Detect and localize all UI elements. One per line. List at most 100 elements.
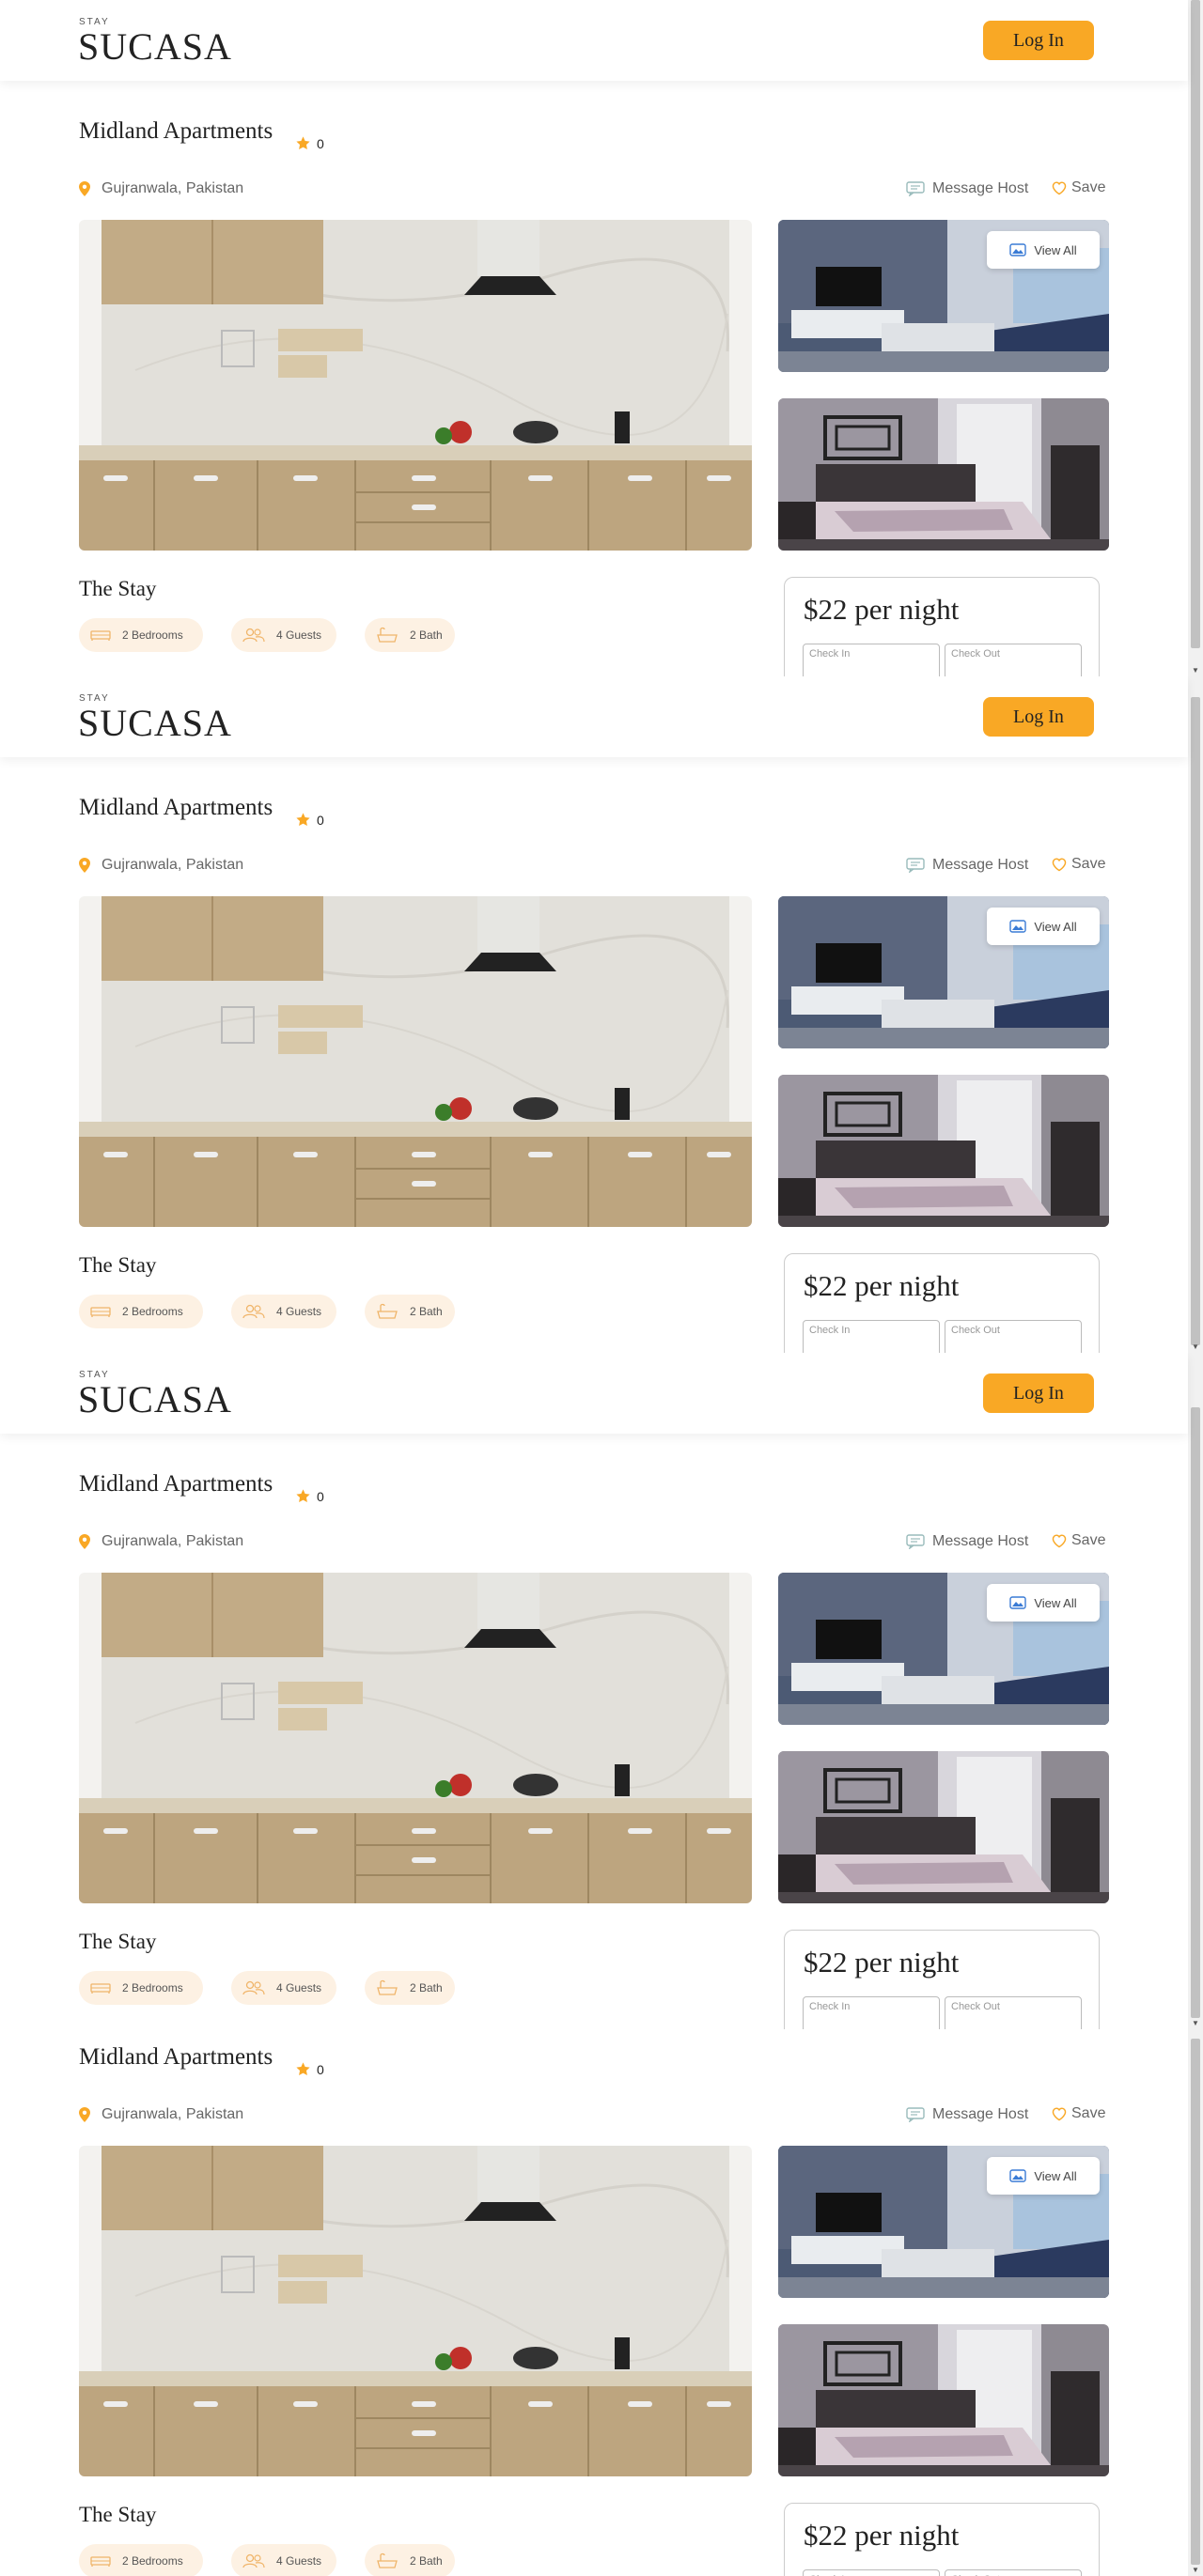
save-button[interactable]: Save [1051, 2105, 1105, 2122]
chat-bubble-icon [906, 2107, 925, 2122]
stay-section-title: The Stay [79, 2503, 157, 2526]
rating: 0 [295, 1488, 324, 1504]
message-host-label: Message Host [932, 1533, 1029, 1549]
message-host-button[interactable]: Message Host [906, 1533, 1028, 1550]
amenity-bath: 2 Bath [365, 1971, 455, 2005]
scroll-down-arrow-icon[interactable]: ▼ [1192, 2019, 1199, 2027]
guests-icon [242, 628, 265, 643]
kitchen-photo [79, 220, 752, 551]
check-in-field[interactable]: Check In [803, 1996, 940, 2029]
listing-photo-bedroom[interactable] [778, 1075, 1109, 1227]
booking-card: $22 per night Check In Check Out [784, 1253, 1100, 1353]
message-host-label: Message Host [932, 2106, 1029, 2122]
rating-value: 0 [317, 812, 324, 828]
message-host-button[interactable]: Message Host [906, 180, 1028, 197]
site-logo[interactable]: SUCASA [78, 24, 232, 69]
price-per-night: $22 per night [804, 2519, 960, 2552]
scrollbar[interactable]: ▼ [1188, 676, 1203, 1353]
bedroom-photo [778, 1751, 1109, 1903]
login-button[interactable]: Log In [983, 697, 1094, 737]
check-out-field[interactable]: Check Out [945, 1996, 1082, 2029]
bathtub-icon [377, 1303, 398, 1319]
image-gallery-icon [1009, 243, 1027, 256]
location-pin-icon [79, 181, 90, 196]
scrollbar-thumb[interactable] [1191, 0, 1200, 648]
message-host-button[interactable]: Message Host [906, 2106, 1028, 2123]
check-in-field[interactable]: Check In [803, 2569, 940, 2576]
save-label: Save [1071, 856, 1106, 872]
save-button[interactable]: Save [1051, 1532, 1105, 1549]
scroll-down-arrow-icon[interactable]: ▼ [1192, 666, 1199, 675]
location-text: Gujranwala, Pakistan [102, 2106, 244, 2122]
rating-value: 0 [317, 1488, 324, 1504]
amenity-bedrooms: 2 Bedrooms [79, 1971, 203, 2005]
bedroom-photo [778, 1075, 1109, 1227]
login-button[interactable]: Log In [983, 21, 1094, 60]
bedroom-photo [778, 398, 1109, 551]
bedroom-photo [778, 2324, 1109, 2476]
amenity-bath-label: 2 Bath [410, 2554, 443, 2568]
amenity-bedrooms: 2 Bedrooms [79, 618, 203, 652]
view-all-photos-button[interactable]: View All [987, 231, 1100, 269]
save-label: Save [1071, 1532, 1106, 1548]
view-all-label: View All [1034, 1595, 1077, 1610]
scrollbar[interactable]: ▼ [1188, 1353, 1203, 2029]
guests-icon [242, 2553, 265, 2568]
scroll-down-arrow-icon[interactable]: ▼ [1192, 2566, 1199, 2574]
amenity-bedrooms: 2 Bedrooms [79, 1295, 203, 1328]
listing-location: Gujranwala, Pakistan [79, 1533, 243, 1550]
message-host-button[interactable]: Message Host [906, 857, 1028, 874]
amenity-bedrooms-label: 2 Bedrooms [122, 1305, 183, 1318]
image-gallery-icon [1009, 920, 1027, 933]
bathtub-icon [377, 2553, 398, 2568]
listing-main-photo[interactable] [79, 220, 752, 551]
scrollbar-thumb[interactable] [1191, 697, 1200, 1345]
login-button[interactable]: Log In [983, 1373, 1094, 1413]
scrollbar-thumb[interactable] [1191, 1407, 1200, 2018]
listing-photo-bedroom[interactable] [778, 1751, 1109, 1903]
booking-card: $22 per night Check In Check Out [784, 2503, 1100, 2576]
message-host-label: Message Host [932, 857, 1029, 873]
save-button[interactable]: Save [1051, 179, 1105, 196]
check-out-field[interactable]: Check Out [945, 2569, 1082, 2576]
scrollbar-thumb[interactable] [1191, 2039, 1200, 2565]
image-gallery-icon [1009, 1596, 1027, 1609]
price-per-night: $22 per night [804, 593, 960, 626]
site-logo[interactable]: SUCASA [78, 701, 232, 745]
view-all-photos-button[interactable]: View All [987, 1584, 1100, 1622]
listing-main-photo[interactable] [79, 896, 752, 1227]
listing-main-photo[interactable] [79, 2146, 752, 2476]
guests-icon [242, 1980, 265, 1995]
amenity-bedrooms-label: 2 Bedrooms [122, 2554, 183, 2568]
heart-icon [1052, 1534, 1067, 1548]
listing-photo-bedroom[interactable] [778, 2324, 1109, 2476]
check-out-field[interactable]: Check Out [945, 644, 1082, 676]
amenity-guests: 4 Guests [231, 1295, 336, 1328]
check-in-field[interactable]: Check In [803, 1320, 940, 1353]
save-button[interactable]: Save [1051, 856, 1105, 873]
site-logo[interactable]: SUCASA [78, 1377, 232, 1421]
viewport-frame: STAY SUCASA Log In Midland Apartments 0 … [0, 676, 1203, 1353]
save-label: Save [1071, 179, 1106, 195]
stay-section-title: The Stay [79, 1930, 157, 1953]
scrollbar[interactable]: ▼ [1188, 2029, 1203, 2576]
chat-bubble-icon [906, 858, 925, 873]
stay-section-title: The Stay [79, 1253, 157, 1277]
amenity-bedrooms-label: 2 Bedrooms [122, 628, 183, 642]
kitchen-photo [79, 896, 752, 1227]
scroll-down-arrow-icon[interactable]: ▼ [1192, 1342, 1199, 1351]
listing-photo-bedroom[interactable] [778, 398, 1109, 551]
listing-location: Gujranwala, Pakistan [79, 2106, 243, 2123]
heart-icon [1052, 858, 1067, 872]
scrollbar[interactable]: ▼ [1188, 0, 1203, 676]
listing-main-photo[interactable] [79, 1573, 752, 1903]
view-all-label: View All [1034, 2168, 1077, 2183]
amenity-bedrooms-label: 2 Bedrooms [122, 1981, 183, 1994]
view-all-photos-button[interactable]: View All [987, 2157, 1100, 2195]
view-all-photos-button[interactable]: View All [987, 908, 1100, 945]
check-out-field[interactable]: Check Out [945, 1320, 1082, 1353]
view-all-label: View All [1034, 242, 1077, 257]
check-in-field[interactable]: Check In [803, 644, 940, 676]
listing-title: Midland Apartments [79, 118, 273, 144]
guests-icon [242, 1304, 265, 1319]
